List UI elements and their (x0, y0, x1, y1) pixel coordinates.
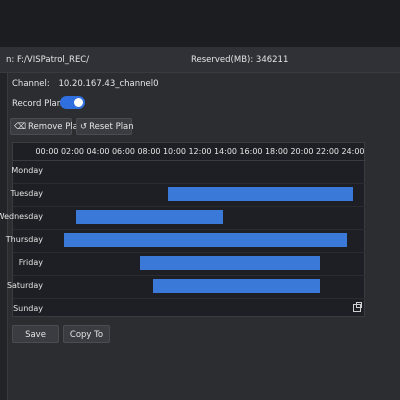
reset-plan-button[interactable]: ↺ Reset Plan (76, 118, 134, 135)
storage-path: n: F:/VISPatrol_REC/ (6, 55, 90, 65)
toggle-knob (74, 98, 83, 107)
eraser-icon: ⌫ (14, 122, 27, 132)
remove-plan-button[interactable]: ⌫ Remove Plan (10, 118, 83, 135)
hour-header: 00:00 02:00 04:00 06:00 08:00 10:00 12:00 14:00… (13, 143, 366, 161)
left-panel-edge (0, 47, 8, 400)
reset-plan-label: Reset Plan (89, 122, 134, 132)
row-divider (13, 183, 366, 184)
record-plan-bar[interactable] (76, 210, 223, 224)
day-label: Saturday (6, 281, 43, 290)
record-plan-label: Record Plan (12, 99, 63, 109)
channel-row: Channel: 10.20.167.43_channel0 (12, 79, 159, 89)
day-label: Friday (18, 258, 43, 267)
day-label: Tuesday (10, 189, 43, 198)
hour-label: 14:00 (213, 147, 238, 156)
copy-icon[interactable] (353, 302, 362, 312)
title-bar (0, 0, 400, 47)
record-plan-toggle[interactable] (60, 96, 85, 109)
reserved-space: Reserved(MB): 346211 (191, 55, 289, 65)
hour-label: 02:00 (60, 147, 85, 156)
day-label: Thursday (5, 235, 43, 244)
row-divider (13, 206, 366, 207)
record-plan-bar[interactable] (140, 256, 320, 270)
hour-label: 20:00 (290, 147, 314, 156)
day-label: Wednesday (0, 212, 43, 221)
hour-label: 00:00 (35, 147, 59, 156)
row-divider (13, 229, 366, 230)
record-plan-bar[interactable] (63, 233, 347, 247)
day-label: Sunday (13, 304, 43, 313)
hour-label: 16:00 (239, 147, 263, 156)
hour-label: 08:00 (137, 147, 161, 156)
hour-label: 18:00 (264, 147, 289, 156)
channel-label: Channel: (12, 79, 50, 89)
storage-info-bar: n: F:/VISPatrol_REC/ Reserved(MB): 34621… (0, 47, 400, 73)
hour-label: 10:00 (162, 147, 187, 156)
hour-label: 06:00 (111, 147, 136, 156)
day-label: Monday (11, 166, 43, 175)
hour-label: 12:00 (188, 147, 212, 156)
hour-label: 24:00 (341, 147, 365, 156)
reset-icon: ↺ (80, 122, 88, 132)
row-divider (13, 275, 366, 276)
row-divider (13, 252, 366, 253)
copy-to-button[interactable]: Copy To (63, 325, 110, 343)
save-button[interactable]: Save (12, 325, 59, 343)
row-divider (13, 298, 366, 299)
schedule-grid[interactable]: 00:00 02:00 04:00 06:00 08:00 10:00 12:00 14:00… (0, 142, 366, 317)
record-plan-bar[interactable] (168, 187, 353, 201)
record-plan-bar[interactable] (152, 279, 320, 293)
hour-label: 04:00 (86, 147, 110, 156)
hour-label: 22:00 (315, 147, 340, 156)
channel-value: 10.20.167.43_channel0 (58, 79, 159, 89)
